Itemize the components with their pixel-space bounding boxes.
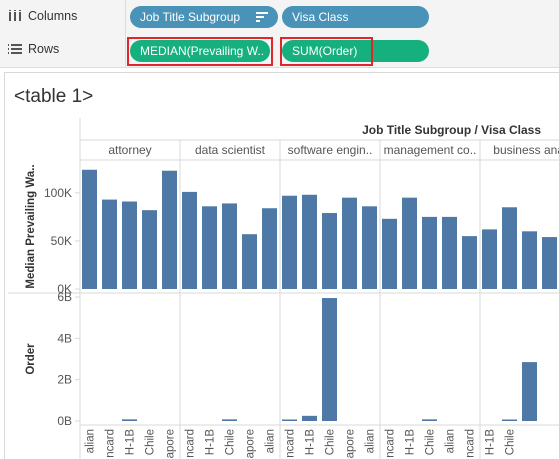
x-tick-label: alian: [265, 429, 277, 453]
bar: [502, 419, 517, 421]
bar: [322, 213, 337, 289]
bar: [522, 362, 537, 421]
bar: [442, 216, 457, 289]
y-tick-label: 50K: [51, 234, 72, 248]
x-tick-label: ncard: [105, 429, 117, 458]
y-tick-label: 6B: [57, 290, 72, 304]
group-header-label: business anal: [493, 143, 559, 157]
bar: [222, 203, 237, 289]
bar: [542, 237, 557, 289]
bar: [242, 234, 257, 289]
bar: [482, 229, 497, 289]
bar: [522, 231, 537, 289]
group-header-label: management co..: [384, 143, 477, 157]
x-tick-label: H-1B: [305, 429, 317, 456]
x-tick-label: ncard: [385, 429, 397, 458]
y-tick-label: 0B: [57, 414, 72, 428]
bar: [422, 216, 437, 289]
bar: [262, 208, 277, 289]
x-tick-label: ncard: [465, 429, 477, 458]
header-title: Job Title Subgroup / Visa Class: [362, 123, 541, 137]
bar: [202, 206, 217, 289]
x-tick-label: Chile: [225, 429, 237, 455]
bar: [122, 201, 137, 289]
bar: [342, 197, 357, 289]
x-tick-label: Chile: [425, 429, 437, 455]
bar: [362, 206, 377, 289]
x-tick-label: H-1B: [125, 429, 137, 456]
x-tick-label: alian: [85, 429, 97, 453]
chart-svg: Job Title Subgroup / Visa Class attorney…: [8, 118, 559, 459]
bar: [142, 210, 157, 289]
x-tick-label: ncard: [185, 429, 197, 458]
bar: [322, 298, 337, 421]
x-tick-label: apore: [165, 429, 177, 458]
bar: [282, 195, 297, 289]
y-tick-label: 2B: [57, 373, 72, 387]
group-header-label: data scientist: [195, 143, 266, 157]
x-tick-label: alian: [445, 429, 457, 453]
group-header-label: software engin..: [288, 143, 373, 157]
x-tick-label: Chile: [505, 429, 517, 455]
x-tick-label: apore: [245, 429, 257, 458]
x-tick-label: H-1B: [405, 429, 417, 456]
bar: [462, 236, 477, 289]
bar: [382, 218, 397, 289]
bar: [222, 419, 237, 421]
bar: [182, 191, 197, 289]
group-header-label: attorney: [108, 143, 151, 157]
bar: [402, 197, 417, 289]
y-axis-title: Order: [25, 343, 37, 375]
bar: [302, 415, 317, 421]
y-tick-label: 4B: [57, 331, 72, 345]
x-tick-label: Chile: [145, 429, 157, 455]
bar: [422, 419, 437, 421]
bar: [162, 170, 177, 289]
x-tick-label: H-1B: [205, 429, 217, 456]
y-tick-label: 100K: [44, 186, 72, 200]
bar: [282, 419, 297, 421]
bar: [102, 199, 117, 289]
x-tick-label: H-1B: [485, 429, 497, 456]
bar: [82, 169, 97, 289]
x-tick-label: Chile: [325, 429, 337, 455]
bar: [122, 419, 137, 421]
x-tick-label: ncard: [285, 429, 297, 458]
y-axis-title: Median Prevailing Wa..: [25, 164, 37, 288]
bar: [302, 194, 317, 289]
x-tick-label: alian: [365, 429, 377, 453]
bar: [502, 207, 517, 289]
x-tick-label: apore: [345, 429, 357, 458]
